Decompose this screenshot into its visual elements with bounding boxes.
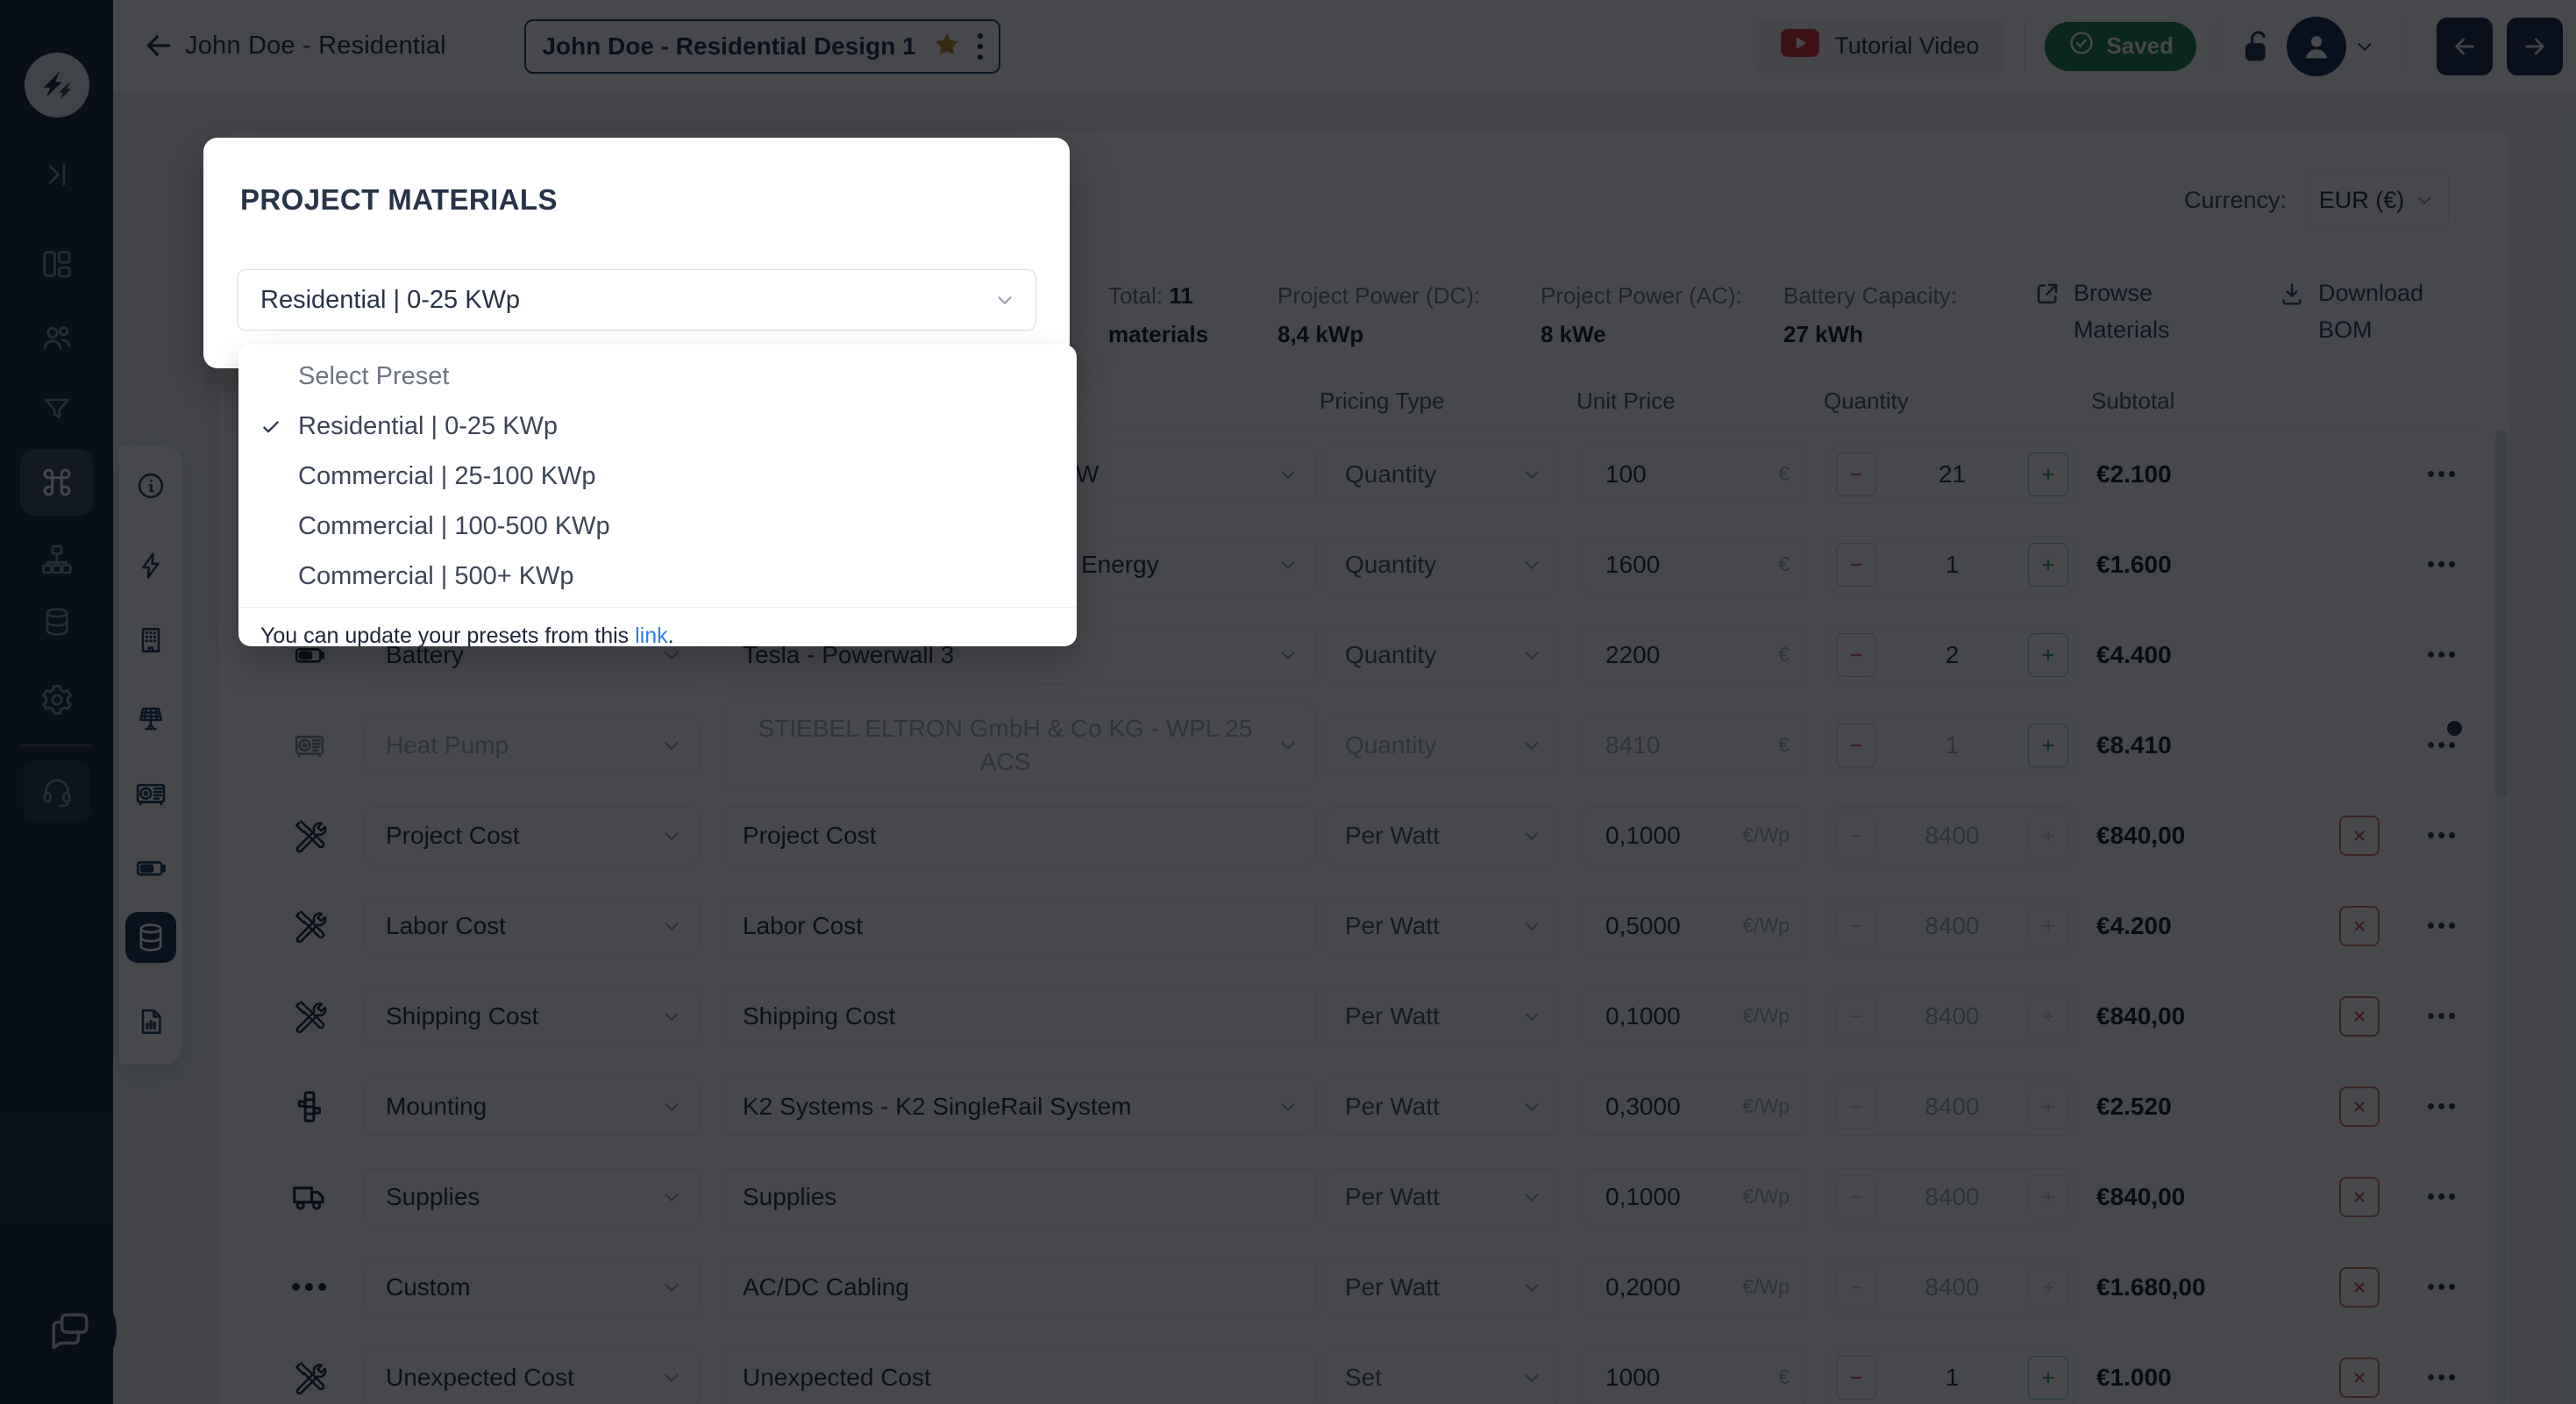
preset-dropdown: Select PresetResidential | 0-25 KWpComme… [238,345,1077,646]
project-materials-modal: PROJECT MATERIALS Residential | 0-25 KWp [203,138,1070,368]
preset-option[interactable]: Commercial | 100-500 KWp [238,502,1077,552]
chevron-down-icon [993,289,1016,311]
app-window: John Doe - Residential John Doe - Reside… [0,0,2576,1404]
footer-text: You can update your presets from this [260,624,635,646]
preset-option[interactable]: Select Preset [238,352,1077,402]
presets-link[interactable]: link [635,624,668,646]
preset-option[interactable]: Residential | 0-25 KWp [238,402,1077,452]
preset-option[interactable]: Commercial | 500+ KWp [238,552,1077,602]
preset-select[interactable]: Residential | 0-25 KWp [237,269,1036,331]
footer-text: . [668,624,674,646]
dropdown-footer: You can update your presets from this li… [238,608,1077,646]
check-icon [260,416,282,438]
preset-select-value: Residential | 0-25 KWp [260,286,520,315]
modal-title: PROJECT MATERIALS [240,183,558,217]
preset-option[interactable]: Commercial | 25-100 KWp [238,452,1077,502]
